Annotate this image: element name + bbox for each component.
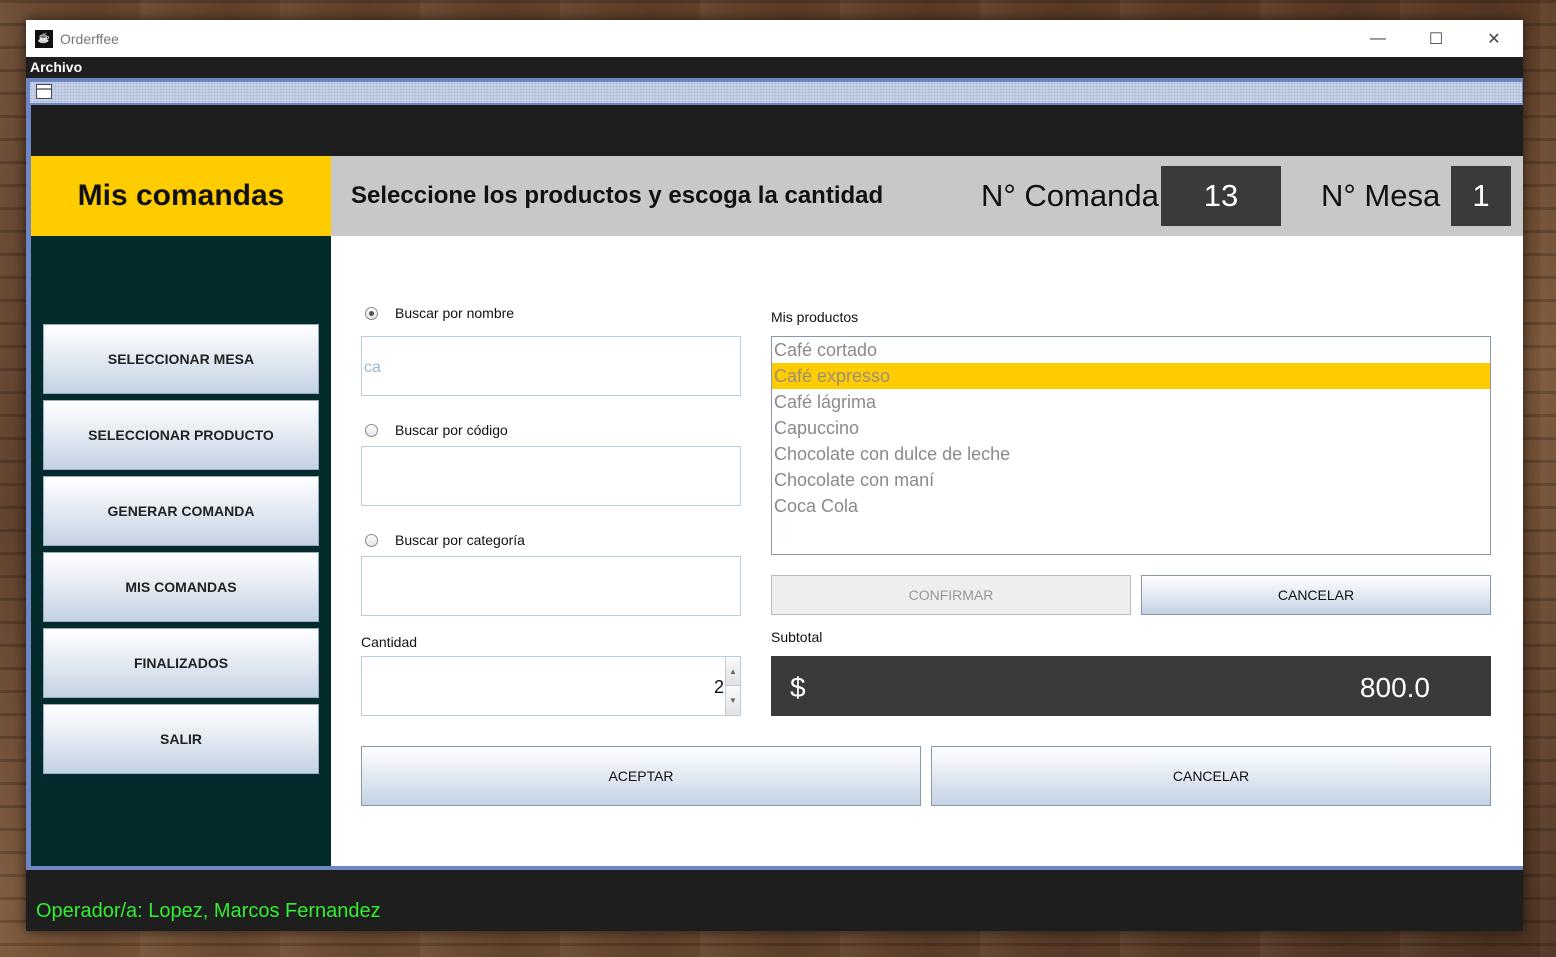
search-by-code-radio[interactable] [365, 423, 378, 437]
sidebar-item-seleccionar-producto[interactable]: SELECCIONAR PRODUCTO [43, 400, 319, 470]
frame-border-bottom [26, 866, 1523, 870]
menu-archivo[interactable]: Archivo [30, 59, 82, 75]
search-by-name-radio[interactable] [365, 306, 378, 320]
search-by-category-label: Buscar por categoría [395, 532, 525, 548]
search-by-category-option[interactable]: Buscar por categoría [365, 532, 525, 548]
list-item[interactable]: Capuccino [772, 415, 1490, 441]
title-bar: ☕ Orderffee — ☐ ✕ [26, 20, 1523, 57]
quantity-label: Cantidad [361, 634, 418, 650]
list-item[interactable]: Coca Cola [772, 493, 1490, 519]
search-by-name-input[interactable]: ca [361, 336, 741, 396]
search-by-code-input[interactable] [361, 446, 741, 506]
subtotal-value: 800.0 [1359, 672, 1430, 703]
window-title: Orderffee [60, 30, 119, 47]
spinner-up-icon[interactable]: ▲ [726, 657, 740, 686]
sidebar-item-generar-comanda[interactable]: GENERAR COMANDA [43, 476, 319, 546]
window-controls: — ☐ ✕ [1349, 20, 1523, 57]
products-list[interactable]: Café cortado Café expresso Café lágrima … [771, 336, 1491, 555]
cancel-product-button[interactable]: CANCELAR [1141, 575, 1491, 615]
accept-button[interactable]: ACEPTAR [361, 746, 921, 806]
spinner-down-icon[interactable]: ▼ [726, 686, 740, 715]
close-button[interactable]: ✕ [1465, 20, 1523, 57]
mesa-number-label: N° Mesa [1321, 178, 1441, 213]
sidebar-item-salir[interactable]: SALIR [43, 704, 319, 774]
sidebar-item-seleccionar-mesa[interactable]: SELECCIONAR MESA [43, 324, 319, 394]
confirm-button[interactable]: CONFIRMAR [771, 575, 1131, 615]
comanda-number-label: N° Comanda [981, 178, 1159, 213]
list-item[interactable]: Café lágrima [772, 389, 1490, 415]
header-bar: Seleccione los productos y escoga la can… [331, 156, 1523, 236]
section-title: Mis comandas [31, 156, 331, 236]
internal-frame-content: Mis comandas Seleccione los productos y … [31, 105, 1523, 866]
quantity-stepper[interactable]: 2 ▲ ▼ [361, 656, 741, 716]
search-by-category-radio[interactable] [365, 533, 378, 547]
sidebar: SELECCIONAR MESA SELECCIONAR PRODUCTO GE… [31, 236, 331, 866]
list-item[interactable]: Chocolate con maní [772, 467, 1490, 493]
sidebar-item-finalizados[interactable]: FINALIZADOS [43, 628, 319, 698]
sidebar-item-mis-comandas[interactable]: MIS COMANDAS [43, 552, 319, 622]
cancel-button[interactable]: CANCELAR [931, 746, 1491, 806]
instruction-text: Seleccione los productos y escoga la can… [351, 182, 884, 209]
app-window: ☕ Orderffee — ☐ ✕ Archivo Mis comandas S… [26, 20, 1523, 931]
quantity-stepper-buttons: ▲ ▼ [725, 657, 740, 715]
minimize-button[interactable]: — [1349, 20, 1407, 57]
search-by-category-input[interactable] [361, 556, 741, 616]
main-panel: Buscar por nombre ca Buscar por código B… [331, 236, 1523, 866]
search-by-name-label: Buscar por nombre [395, 305, 515, 321]
subtotal-display: $ 800.0 [771, 656, 1491, 716]
search-by-name-option[interactable]: Buscar por nombre [365, 305, 514, 321]
subtotal-label: Subtotal [771, 629, 823, 645]
maximize-button[interactable]: ☐ [1407, 20, 1465, 57]
search-by-code-option[interactable]: Buscar por código [365, 422, 508, 438]
list-item[interactable]: Café cortado [772, 337, 1490, 363]
list-item-selected[interactable]: Café expresso [772, 363, 1490, 389]
menu-bar: Archivo [26, 57, 1523, 78]
internal-frame-titlebar-fill [30, 82, 1522, 103]
quantity-value[interactable]: 2 [714, 677, 724, 698]
internal-frame-titlebar[interactable] [26, 78, 1523, 105]
operator-status: Operador/a: Lopez, Marcos Fernandez [36, 900, 381, 922]
comanda-number-value: 13 [1161, 166, 1281, 226]
products-label: Mis productos [771, 309, 859, 325]
internal-frame-icon[interactable] [36, 84, 52, 99]
search-by-code-label: Buscar por código [395, 422, 508, 438]
coffee-bean-icon: ☕ [35, 29, 53, 48]
mesa-number-value: 1 [1451, 166, 1511, 226]
currency-sign: $ [790, 672, 806, 703]
list-item[interactable]: Chocolate con dulce de leche [772, 441, 1490, 467]
